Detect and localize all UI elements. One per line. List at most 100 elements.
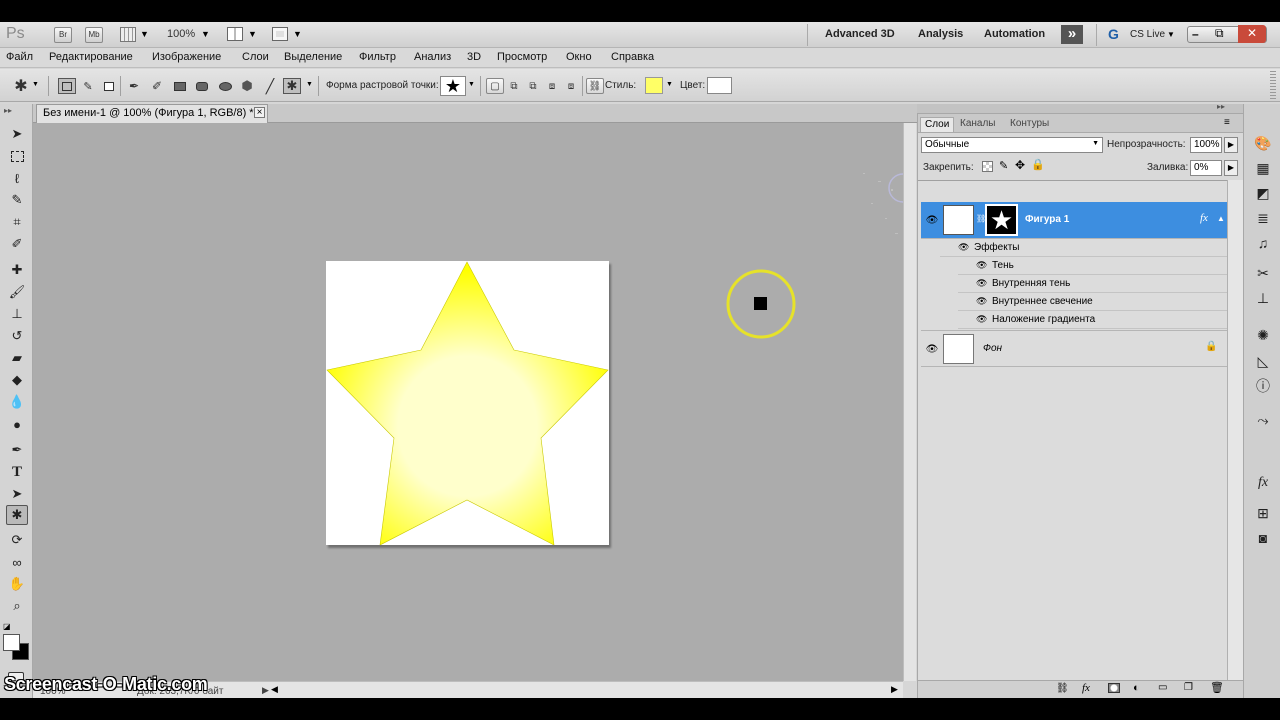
adjustment-layer-icon[interactable]: ◐ (1133, 682, 1140, 694)
adjustments-panel-icon[interactable]: ≣ (1253, 209, 1273, 227)
menu-view[interactable]: Просмотр (497, 51, 547, 63)
history-brush-tool-icon[interactable]: ↺ (6, 326, 28, 346)
histogram-panel-icon[interactable]: ◺ (1253, 352, 1273, 370)
layers-scrollbar[interactable] (1227, 180, 1244, 680)
close-icon[interactable]: ✕ (1238, 25, 1266, 43)
chevron-down-icon[interactable]: ▼ (1167, 30, 1175, 39)
pen-tool-icon[interactable]: ✒ (6, 440, 28, 460)
view-extras-icon[interactable] (120, 27, 136, 42)
lock-transparency-icon[interactable] (982, 161, 993, 172)
quick-select-tool-icon[interactable]: ✎ (6, 190, 28, 210)
lock-position-icon[interactable]: ✥ (1015, 158, 1025, 172)
visibility-eye-icon[interactable]: 👁 (976, 296, 987, 307)
intersect-shape-area-button[interactable]: ⧈ (543, 78, 561, 94)
screen-mode-icon[interactable] (272, 27, 288, 41)
default-colors-icon[interactable]: ◪ (3, 622, 11, 631)
custom-shape-tool-icon[interactable]: ✱ (6, 505, 28, 525)
line-icon[interactable]: ╱ (261, 78, 279, 94)
tab-channels[interactable]: Каналы (956, 117, 1000, 132)
opacity-input[interactable]: 100% (1190, 137, 1222, 153)
chevron-down-icon[interactable]: ▼ (468, 81, 475, 88)
shape-layers-button[interactable] (58, 78, 76, 94)
more-workspaces-button[interactable]: » (1061, 25, 1083, 44)
polygon-icon[interactable]: ⬢ (238, 78, 256, 94)
add-mask-icon[interactable] (1108, 683, 1120, 693)
ellipse-icon[interactable] (216, 78, 234, 94)
move-tool-icon[interactable]: ➤ (6, 124, 28, 144)
new-group-icon[interactable]: ▭ (1158, 682, 1167, 693)
pen-tool-icon[interactable]: ✒ (125, 78, 143, 94)
shape-picker[interactable]: ★ (440, 76, 466, 96)
minimize-icon[interactable]: – (1192, 27, 1199, 41)
chevron-down-icon[interactable]: ▼ (306, 81, 313, 88)
crop-tool-icon[interactable]: ⌗ (6, 212, 28, 232)
paragraph-panel-icon[interactable]: ⊞ (1253, 504, 1273, 522)
rectangle-icon[interactable] (171, 78, 189, 94)
tab-paths[interactable]: Контуры (1006, 117, 1053, 132)
panel-menu-icon[interactable]: ≡ (1224, 117, 1230, 128)
fill-pixels-button[interactable] (100, 78, 118, 94)
fx-icon[interactable]: fx (1200, 212, 1208, 224)
hand-tool-icon[interactable]: ✋ (6, 574, 28, 594)
opacity-slider-icon[interactable]: ▶ (1224, 137, 1238, 153)
layer-row-background[interactable]: 👁 Фон 🔒 (921, 330, 1227, 367)
brush-tool-icon[interactable]: 🖌 (6, 282, 28, 302)
workspace-automation[interactable]: Automation (984, 28, 1045, 40)
menu-filter[interactable]: Фильтр (359, 51, 396, 63)
eyedropper-tool-icon[interactable]: ✐ (6, 234, 28, 254)
menu-image[interactable]: Изображение (152, 51, 221, 63)
swatches-panel-icon[interactable]: ▦ (1253, 159, 1273, 177)
subtract-shape-area-button[interactable]: ⧉ (524, 78, 542, 94)
effects-header-row[interactable]: 👁 Эффекты (940, 239, 1227, 257)
new-shape-layer-button[interactable]: ▢ (486, 78, 504, 94)
dodge-tool-icon[interactable]: ● (6, 414, 28, 434)
link-style-icon[interactable]: ⛓ (586, 78, 604, 94)
lock-pixels-icon[interactable]: ✎ (999, 159, 1008, 172)
clone-source-panel-icon[interactable]: ⊥ (1253, 289, 1273, 307)
effect-row[interactable]: 👁 Тень (958, 257, 1227, 275)
chevron-down-icon[interactable]: ▼ (293, 29, 302, 39)
eraser-tool-icon[interactable]: ▰ (6, 348, 28, 368)
add-to-shape-area-button[interactable]: ⧉ (505, 78, 523, 94)
actions-panel-icon[interactable]: ⤳ (1253, 411, 1273, 429)
star-shape[interactable] (326, 261, 609, 545)
effect-row[interactable]: 👁 Внутреннее свечение (958, 293, 1227, 311)
healing-brush-tool-icon[interactable]: ✚ (6, 260, 28, 280)
menu-select[interactable]: Выделение (284, 51, 342, 63)
delete-layer-icon[interactable]: 🗑 (1210, 681, 1224, 694)
chevron-down-icon[interactable]: ▼ (666, 81, 673, 88)
document-tab[interactable]: Без имени-1 @ 100% (Фигура 1, RGB/8) * × (36, 104, 268, 123)
chevron-down-icon[interactable]: ▼ (201, 29, 210, 39)
toolbox-collapse-icon[interactable]: ▸▸ (4, 106, 12, 115)
zoom-tool-icon[interactable]: ⌕ (6, 596, 28, 616)
collapse-effects-icon[interactable]: ▲ (1217, 214, 1225, 223)
info-panel-icon[interactable]: ⓘ (1253, 377, 1273, 395)
masks-panel-icon[interactable]: ♫ (1253, 234, 1273, 252)
menu-window[interactable]: Окно (566, 51, 592, 63)
lasso-tool-icon[interactable]: ℓ (6, 168, 28, 188)
layer-styles-panel-icon[interactable]: fx (1253, 474, 1273, 492)
color-panel-icon[interactable]: 🎨 (1253, 134, 1273, 152)
chevron-down-icon[interactable]: ▼ (140, 29, 149, 39)
add-style-icon[interactable]: fx (1082, 682, 1090, 694)
type-tool-icon[interactable]: T (6, 462, 28, 482)
navigator-panel-icon[interactable]: ◙ (1253, 529, 1273, 547)
visibility-eye-icon[interactable]: 👁 (958, 242, 969, 253)
collapse-panel-icon[interactable]: ▸▸ (1217, 102, 1225, 111)
3d-orbit-tool-icon[interactable]: ∞ (6, 552, 28, 572)
menu-edit[interactable]: Редактирование (49, 51, 133, 63)
menu-file[interactable]: Файл (6, 51, 33, 63)
path-selection-tool-icon[interactable]: ➤ (6, 484, 28, 504)
tool-preset-icon[interactable]: ✱ (12, 78, 30, 95)
restore-icon[interactable]: ⧉ (1215, 26, 1224, 41)
status-menu-icon[interactable]: ▶ (262, 685, 269, 696)
workspace-advanced-3d[interactable]: Advanced 3D (825, 28, 895, 40)
rounded-rectangle-icon[interactable] (193, 78, 211, 94)
scroll-right-icon[interactable]: ▶ (891, 684, 898, 695)
style-swatch[interactable] (645, 77, 663, 94)
styles-panel-icon[interactable]: ◩ (1253, 184, 1273, 202)
freeform-pen-icon[interactable]: ✐ (148, 78, 166, 94)
visibility-eye-icon[interactable]: 👁 (976, 260, 987, 271)
arrange-documents-icon[interactable] (227, 27, 243, 41)
lock-all-icon[interactable]: 🔒 (1031, 158, 1045, 171)
